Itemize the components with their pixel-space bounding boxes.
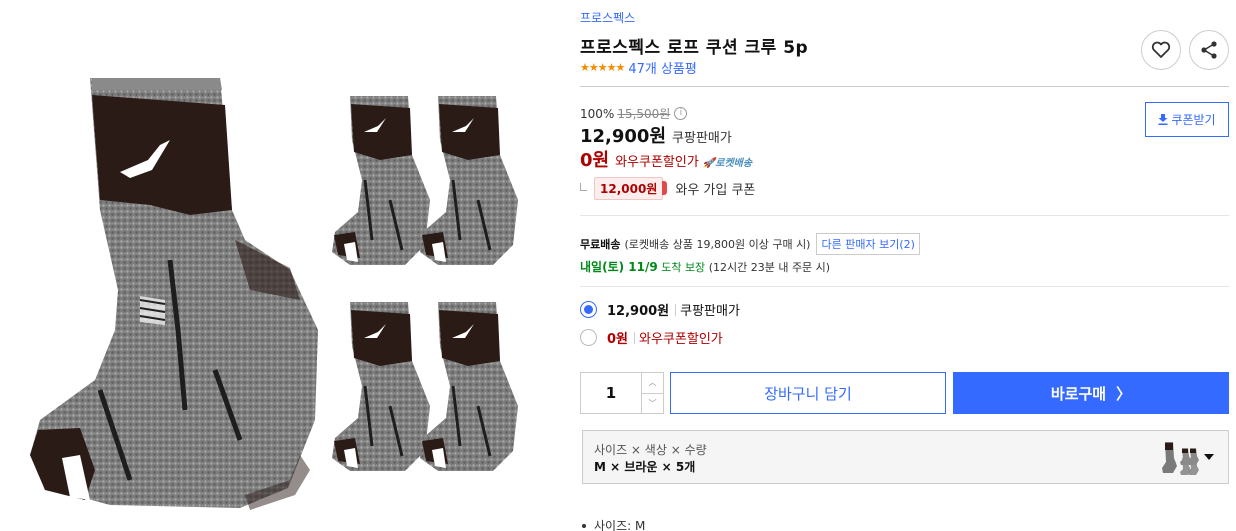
star-rating: ★★★★★ — [580, 61, 625, 74]
option-price: 0원 — [607, 332, 629, 347]
share-icon — [1201, 41, 1217, 59]
rocket-delivery-badge: 🚀로켓배송 — [702, 158, 753, 169]
caret-down-icon — [1204, 454, 1214, 460]
arrival-row: 내일(토) 11/9 도착 보장 (12시간 23분 내 주문 시) — [580, 258, 830, 275]
rocket-icon: 🚀 — [702, 158, 716, 169]
coupon-download-button[interactable]: 쿠폰받기 — [1145, 102, 1229, 137]
wishlist-button[interactable] — [1141, 30, 1181, 70]
arrival-note: (12시간 23분 내 주문 시) — [708, 261, 831, 274]
variant-header: 사이즈 × 색상 × 수량 — [594, 443, 707, 457]
radio-selected[interactable] — [580, 301, 597, 318]
chevron-up-icon: ︿ — [648, 378, 657, 388]
original-price: 15,500원 — [617, 107, 671, 121]
buy-now-label: 바로구매 — [1050, 384, 1107, 403]
download-icon — [1158, 114, 1168, 125]
quantity-input[interactable] — [581, 373, 641, 413]
wow-price-row: 0원 와우쿠폰할인가 🚀로켓배송 — [580, 146, 752, 172]
share-button[interactable] — [1189, 30, 1229, 70]
join-coupon-amount: 12,000원 — [594, 177, 668, 200]
detail-size: 사이즈: M — [594, 519, 646, 531]
join-coupon-row: 12,000원 와우 가입 쿠폰 — [580, 177, 755, 200]
heart-icon — [1151, 41, 1171, 58]
divider — [580, 286, 1229, 287]
sale-price: 12,900원 — [580, 126, 667, 147]
price-option-coupang[interactable]: 12,900원 쿠팡판매가 — [580, 300, 740, 319]
option-label: 쿠팡판매가 — [680, 304, 740, 319]
quantity-stepper[interactable]: ︿ ﹀ — [580, 372, 664, 414]
option-price: 12,900원 — [607, 304, 670, 319]
chevron-right-icon: 〉 — [1116, 384, 1132, 403]
arrival-guarantee: 도착 보장 — [661, 261, 706, 274]
info-icon[interactable]: i — [674, 107, 688, 120]
option-label: 와우쿠폰할인가 — [639, 332, 723, 347]
chevron-down-icon: ﹀ — [648, 398, 657, 408]
quantity-increase-button[interactable]: ︿ — [642, 373, 663, 394]
detail-list-item: 사이즈: M — [582, 517, 645, 531]
sale-price-row: 12,900원 쿠팡판매가 — [580, 122, 732, 148]
rating-row[interactable]: ★★★★★ 47개 상품평 — [580, 58, 697, 77]
add-to-cart-button[interactable]: 장바구니 담기 — [670, 372, 946, 414]
wow-price-label: 와우쿠폰할인가 — [615, 155, 699, 170]
variant-value: M × 브라운 × 5개 — [594, 460, 696, 474]
join-coupon-label: 와우 가입 쿠폰 — [675, 183, 756, 198]
tree-connector-icon — [580, 182, 587, 191]
discount-rate: 100% — [580, 106, 615, 121]
variant-thumbnail — [1162, 442, 1199, 475]
discount-row: 100% 15,500원 i — [580, 105, 688, 122]
shipping-row: 무료배송 (로켓배송 상품 19,800원 이상 구매 시) 다른 판매자 보기… — [580, 233, 920, 255]
shipping-condition: (로켓배송 상품 19,800원 이상 구매 시) — [624, 238, 811, 251]
sale-price-label: 쿠팡판매가 — [672, 131, 732, 146]
buy-now-button[interactable]: 바로구매 〉 — [953, 372, 1229, 414]
coupon-download-label: 쿠폰받기 — [1171, 113, 1216, 127]
free-shipping-label: 무료배송 — [580, 238, 621, 251]
price-option-wow[interactable]: 0원 와우쿠폰할인가 — [580, 328, 723, 347]
review-count-link[interactable]: 47개 상품평 — [628, 58, 697, 77]
wow-price: 0원 — [580, 150, 610, 171]
product-image[interactable] — [0, 0, 560, 531]
arrival-date: 내일(토) 11/9 — [580, 260, 658, 274]
product-title: 프로스펙스 로프 쿠션 크루 5p — [580, 38, 809, 58]
other-sellers-button[interactable]: 다른 판매자 보기(2) — [816, 233, 920, 255]
brand-link[interactable]: 프로스펙스 — [580, 9, 635, 26]
variant-select[interactable]: 사이즈 × 색상 × 수량 M × 브라운 × 5개 — [582, 430, 1229, 484]
radio-unselected[interactable] — [580, 329, 597, 346]
quantity-decrease-button[interactable]: ﹀ — [642, 394, 663, 414]
divider — [580, 215, 1229, 216]
divider — [580, 86, 1229, 87]
